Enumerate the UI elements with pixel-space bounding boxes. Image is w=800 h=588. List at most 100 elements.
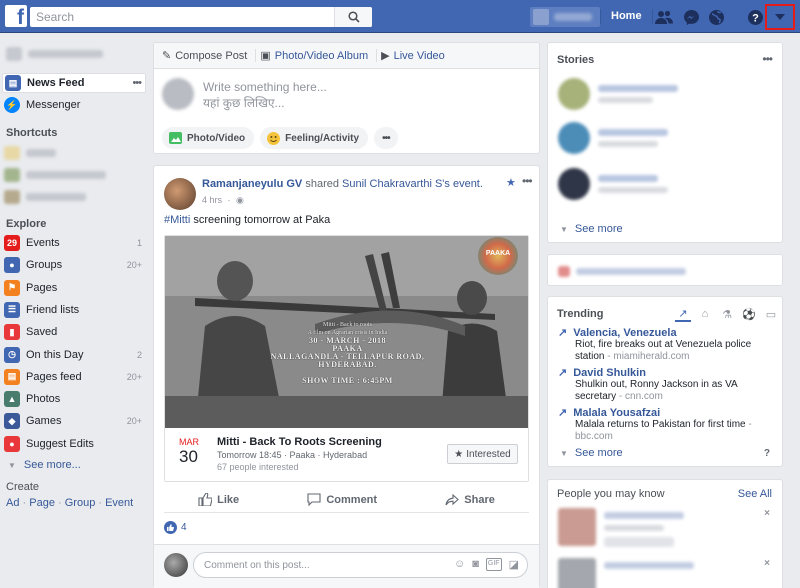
sidebar-shortcut-item[interactable]: [4, 143, 146, 163]
sidebar-shortcut-item[interactable]: [4, 165, 146, 185]
account-menu-dropdown-button[interactable]: [765, 4, 795, 30]
sports-icon[interactable]: ⚽: [741, 306, 757, 322]
interested-button[interactable]: ★ Interested: [447, 444, 518, 464]
story-item[interactable]: [558, 167, 768, 201]
story-item[interactable]: [558, 77, 768, 111]
create-event-link[interactable]: Event: [105, 497, 133, 509]
sidebar-item-pages-feed[interactable]: ▤ Pages feed 20+: [4, 367, 146, 387]
trending-title: Malala Yousafzai: [573, 406, 661, 419]
event-cover-image[interactable]: PAAKA Mitti - Back to roots A film on Ag…: [165, 236, 528, 428]
politics-icon[interactable]: ⌂: [697, 306, 713, 322]
profile-name-blurred: [554, 13, 592, 21]
like-button[interactable]: Like: [198, 493, 239, 506]
event-attachment[interactable]: PAAKA Mitti - Back to roots A film on Ag…: [164, 235, 529, 482]
button-label: Photo/Video: [187, 132, 246, 144]
create-page-link[interactable]: Page: [29, 497, 55, 509]
sponsored-card-blurred[interactable]: [547, 254, 783, 286]
close-icon[interactable]: ×: [764, 508, 770, 519]
trending-topic[interactable]: ↗ Malala Yousafzai: [558, 406, 778, 420]
event-image-text: Mitti - Back to roots A film on Agrarian…: [165, 321, 528, 385]
trending-top-icon[interactable]: ↗: [675, 306, 691, 322]
stories-see-more-link[interactable]: ▼ See more: [560, 223, 623, 235]
trending-help-icon[interactable]: ?: [764, 448, 770, 459]
trending-topic[interactable]: ↗ Valencia, Venezuela: [558, 326, 778, 340]
sidebar-item-suggest-edits[interactable]: ● Suggest Edits: [4, 434, 146, 454]
home-link[interactable]: Home: [600, 9, 653, 24]
search-input[interactable]: [30, 7, 330, 27]
event-owner-link[interactable]: Sunil Chakravarthi S's event.: [342, 178, 483, 190]
sidebar-item-saved[interactable]: ▮ Saved: [4, 322, 146, 342]
tab-compose-post[interactable]: ✎ Compose Post: [162, 49, 257, 62]
notifications-button[interactable]: [707, 8, 725, 26]
sidebar-item-pages[interactable]: ⚑ Pages: [4, 278, 146, 298]
button-label: Interested: [466, 448, 511, 460]
reaction-summary[interactable]: 4: [164, 521, 187, 534]
trending-see-more-link[interactable]: ▼ See more: [560, 447, 623, 459]
see-more-link[interactable]: ▼ See more...: [4, 455, 146, 475]
button-label: Share: [464, 493, 495, 506]
sidebar-item-count: 20+: [126, 371, 142, 382]
sidebar-item-friend-lists[interactable]: ☰ Friend lists: [4, 300, 146, 320]
science-icon[interactable]: ⚗: [719, 306, 735, 322]
comment-box: ☺ ◙ GIF ◪: [193, 552, 528, 578]
reaction-count: 4: [181, 522, 187, 533]
comment-input[interactable]: [204, 553, 444, 577]
story-item[interactable]: [558, 121, 768, 155]
entertainment-icon[interactable]: ▭: [763, 306, 779, 322]
tab-live-video[interactable]: ▶ Live Video: [381, 49, 453, 63]
facebook-logo[interactable]: f: [5, 5, 27, 27]
more-options-icon[interactable]: •••: [132, 77, 145, 89]
trending-source: cnn.com: [625, 391, 663, 402]
sidebar-item-count: 20+: [126, 260, 142, 271]
emoji-icon[interactable]: ☺: [454, 558, 465, 571]
search-button[interactable]: [334, 7, 372, 27]
close-icon[interactable]: ×: [764, 558, 770, 569]
trending-item[interactable]: ↗ David Shulkin Shulkin out, Ronny Jackson…: [558, 366, 778, 403]
pymk-suggestion[interactable]: [558, 508, 773, 548]
avatar[interactable]: [164, 178, 196, 210]
trending-topic[interactable]: ↗ David Shulkin: [558, 366, 778, 380]
separator-dot: ·: [227, 195, 231, 205]
create-ad-link[interactable]: Ad: [6, 497, 19, 509]
sticker-icon[interactable]: ◪: [509, 558, 519, 571]
news-feed-icon: ▤: [5, 75, 21, 91]
gif-icon[interactable]: GIF: [485, 558, 502, 571]
quick-help-button[interactable]: ?: [746, 8, 764, 26]
sidebar-item-photos[interactable]: ▲ Photos: [4, 389, 146, 409]
hashtag-link[interactable]: #Mitti: [164, 214, 190, 226]
event-month: MAR: [179, 437, 199, 447]
share-button[interactable]: Share: [445, 493, 495, 506]
sidebar-item-news-feed[interactable]: ▤ News Feed •••: [2, 73, 146, 93]
post-options-icon[interactable]: •••: [522, 174, 533, 188]
composer-input[interactable]: Write something here... यहां कुछ लिखिए..…: [203, 79, 327, 111]
event-title-link[interactable]: Mitti - Back To Roots Screening: [217, 436, 382, 448]
photo-icon: [169, 132, 182, 144]
pymk-suggestion[interactable]: [558, 558, 773, 588]
more-options-button[interactable]: •••: [374, 127, 398, 149]
feeling-activity-button[interactable]: Feeling/Activity: [260, 127, 369, 149]
messages-button[interactable]: [682, 8, 700, 26]
post-author-link[interactable]: Ramanjaneyulu GV: [202, 178, 302, 190]
post-timestamp[interactable]: 4 hrs · ◉: [202, 195, 244, 206]
sidebar-item-messenger[interactable]: ⚡ Messenger: [4, 95, 146, 115]
sidebar-item-on-this-day[interactable]: ◷ On this Day 2: [4, 345, 146, 365]
create-group-link[interactable]: Group: [65, 497, 96, 509]
star-icon[interactable]: ★: [506, 176, 516, 189]
comment-button[interactable]: Comment: [307, 493, 377, 506]
sidebar-item-events[interactable]: 29 Events 1: [4, 233, 146, 253]
stories-options-icon[interactable]: •••: [762, 52, 773, 66]
sidebar-item-games[interactable]: ◆ Games 20+: [4, 411, 146, 431]
sidebar-shortcut-item[interactable]: [4, 187, 146, 207]
friend-requests-button[interactable]: [655, 8, 673, 26]
profile-link[interactable]: [530, 7, 600, 27]
tab-photo-video-album[interactable]: ▣ Photo/Video Album: [260, 49, 378, 62]
sidebar-item-groups[interactable]: ● Groups 20+: [4, 255, 146, 275]
trending-item[interactable]: ↗ Valencia, Venezuela Riot, fire breaks ou…: [558, 326, 778, 363]
event-interested-count: 67 people interested: [217, 462, 299, 472]
photo-video-button[interactable]: Photo/Video: [162, 127, 255, 149]
profile-shortcut[interactable]: [6, 47, 103, 61]
pymk-see-all-link[interactable]: See All: [738, 488, 772, 500]
camera-icon[interactable]: ◙: [472, 558, 479, 571]
sidebar-item-label: Friend lists: [26, 303, 80, 316]
trending-item[interactable]: ↗ Malala Yousafzai Malala returns to Pakis…: [558, 406, 778, 443]
